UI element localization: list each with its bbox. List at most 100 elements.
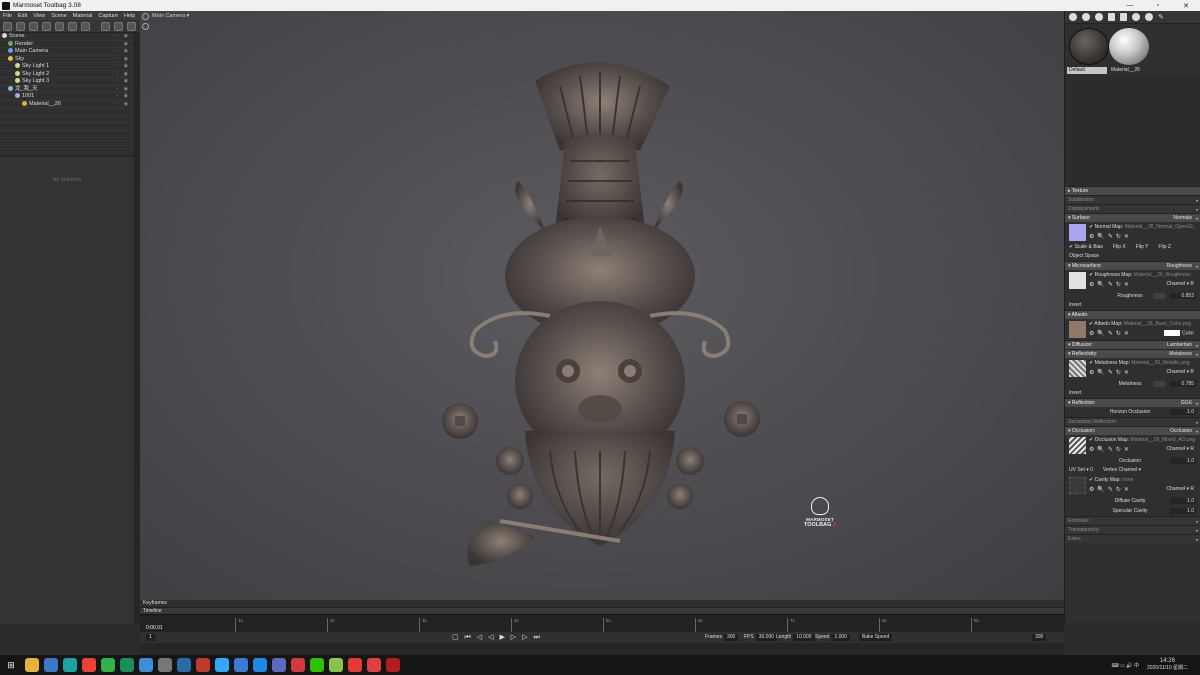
section-reflection[interactable]: ▾ Reflection: GGX ▾ [1065,398,1200,407]
taskbar-app-icon[interactable] [177,658,191,672]
taskbar-app-icon[interactable] [196,658,210,672]
taskbar-app-icon[interactable] [291,658,305,672]
uv-set-row[interactable]: UV Set ▾ 0 Vertex Channel ▾ [1065,466,1200,475]
add-material-icon[interactable] [1069,13,1077,21]
albedo-color-swatch[interactable]: Color [1164,330,1194,336]
menu-scene[interactable]: Scene [51,13,67,19]
map-tool-icons[interactable]: ⚙🔍✎↻✕ [1089,486,1132,493]
add-shadow-catcher-icon[interactable] [42,21,51,31]
length-field[interactable]: 10.000 [793,634,815,641]
add-object-icon[interactable] [3,21,12,31]
lock-visibility-icon[interactable]: ▫ ◉ [116,71,130,79]
add-light-icon[interactable] [16,21,25,31]
tree-item[interactable]: Main Camera ▫ ◉ [0,48,134,56]
add-texture-projector-icon[interactable] [81,21,90,31]
tree-item[interactable]: Render ▫ ◉ [0,41,134,49]
menu-view[interactable]: View [33,13,45,19]
taskbar-app-icon[interactable] [234,658,248,672]
tree-item[interactable]: Sky Light 2 ▫ ◉ [0,71,134,79]
channel-dropdown[interactable]: Channel ▾ R [1166,486,1194,492]
tree-item[interactable]: Sky Light 3 ▫ ◉ [0,78,134,86]
taskbar-app-icon[interactable] [44,658,58,672]
taskbar-app-icon[interactable] [310,658,324,672]
import-material-icon[interactable] [1108,13,1115,21]
timeline-ruler[interactable]: 0:00.01 1s 2s 3s 4s 5s 6s 7s 8s 9s [140,614,1064,632]
delete-object-icon[interactable] [127,21,136,31]
taskbar-app-icon[interactable] [82,658,96,672]
specular-cavity-param[interactable]: Specular Cavity 1.0 [1065,506,1200,516]
3d-viewport[interactable]: Main Camera ▾ MARMOSET TOOLBAG 3 [140,11,1064,600]
occlusion-map-thumbnail[interactable] [1069,437,1086,454]
object-space-checkbox[interactable]: Object Space [1065,252,1200,261]
lock-visibility-icon[interactable]: ▫ ◉ [116,101,130,109]
tree-item[interactable]: Material__26 ▫ ◉ [0,101,134,109]
albedo-map-thumbnail[interactable] [1069,321,1086,338]
occlusion-param[interactable]: Occlusion 1.0 [1065,456,1200,466]
taskbar-app-icon[interactable] [348,658,362,672]
camera-dropdown[interactable]: Main Camera ▾ [152,13,189,19]
taskbar-app-icon[interactable] [386,658,400,672]
invert-checkbox[interactable]: Invert [1065,301,1200,310]
channel-dropdown[interactable]: Channel ▾ R [1166,281,1194,287]
map-tool-icons[interactable]: ⚙🔍✎↻✕ [1089,330,1132,337]
material-label-default[interactable]: Default [1067,67,1107,74]
material-swatch-material-26[interactable] [1109,28,1149,65]
metalness-param[interactable]: Metalness 0.785 [1065,379,1200,389]
section-transparency[interactable]: Transparency: ▾ [1065,525,1200,534]
section-occlusion[interactable]: ▾ Occlusion: Occlusion ▾ [1065,426,1200,435]
material-library-icon[interactable] [1132,13,1140,21]
taskbar-app-icon[interactable] [215,658,229,672]
lock-visibility-icon[interactable]: ▫ ◉ [116,78,130,86]
section-albedo[interactable]: ▾ Albedo: [1065,310,1200,319]
playback-controls[interactable]: ▢ ⏮ ◁ ◁ ▶ ▷ ▷ ⏭ [452,633,542,642]
section-secondary-reflection[interactable]: Secondary Reflection: ▾ [1065,417,1200,426]
fps-field[interactable]: 30.000 [755,634,778,641]
taskbar-app-icon[interactable] [329,658,343,672]
horizon-occlusion-param[interactable]: Horizon Occlusion 1.0 [1065,407,1200,417]
section-surface[interactable]: ▾ Surface: Normals ▾ [1065,213,1200,222]
tree-item[interactable]: Sky Light 1 ▫ ◉ [0,63,134,71]
minimize-button[interactable]: — [1116,2,1144,9]
section-extra[interactable]: Extra: ▾ [1065,534,1200,543]
normal-map-thumbnail[interactable] [1069,224,1086,241]
map-tool-icons[interactable]: ⚙🔍✎↻✕ [1089,369,1132,376]
taskbar-app-icon[interactable] [63,658,77,672]
section-texture[interactable]: ▸ Texture [1065,186,1200,195]
taskbar-app-icon[interactable] [158,658,172,672]
taskbar-app-icon[interactable] [25,658,39,672]
metalness-map-thumbnail[interactable] [1069,360,1086,377]
lock-visibility-icon[interactable]: ▫ ◉ [116,41,130,49]
start-frame-field[interactable]: 1 [146,634,155,641]
windows-start-icon[interactable]: ⊞ [0,660,22,671]
add-fog-icon[interactable] [55,21,64,31]
taskbar-app-icon[interactable] [120,658,134,672]
open-folder-icon[interactable] [114,21,123,31]
map-tool-icons[interactable]: ⚙🔍✎↻✕ [1089,446,1132,453]
material-swatch-default[interactable] [1069,28,1109,65]
section-diffusion[interactable]: ▾ Diffusion: Lambertian ▾ [1065,340,1200,349]
maximize-button[interactable]: ▫ [1144,2,1172,9]
channel-dropdown[interactable]: Channel ▾ R [1166,369,1194,375]
roughness-param[interactable]: Roughness 0.853 [1065,291,1200,301]
section-emissive[interactable]: Emissive: ▾ [1065,516,1200,525]
new-folder-icon[interactable] [101,21,110,31]
diffuse-cavity-param[interactable]: Diffuse Cavity 1.0 [1065,496,1200,506]
invert-checkbox[interactable]: Invert [1065,389,1200,398]
cavity-map-thumbnail[interactable] [1069,477,1086,494]
clock[interactable]: 14:26 2020/11/10 星期二 [1147,658,1188,672]
keyframes-bar[interactable]: Keyframes [140,600,1064,607]
section-microsurface[interactable]: ▾ Microsurface: Roughness ▾ [1065,261,1200,270]
section-displacement[interactable]: Displacement: ▾ [1065,204,1200,213]
edit-icon[interactable]: ✎ [1158,13,1166,21]
roughness-map-thumbnail[interactable] [1069,272,1086,289]
menu-edit[interactable]: Edit [18,13,27,19]
normal-options-row[interactable]: ✔ Scale & Bias Flip X Flip Y Flip Z [1065,243,1200,252]
channel-dropdown[interactable]: Channel ▾ R [1166,446,1194,452]
duplicate-material-icon[interactable] [1082,13,1090,21]
material-settings-icon[interactable] [1095,13,1103,21]
taskbar-app-icon[interactable] [101,658,115,672]
material-picker-icon[interactable] [1145,13,1153,21]
section-subdivision[interactable]: Subdivision: ▾ [1065,195,1200,204]
lock-visibility-icon[interactable]: ▫ ◉ [116,33,130,41]
taskbar-app-icon[interactable] [139,658,153,672]
